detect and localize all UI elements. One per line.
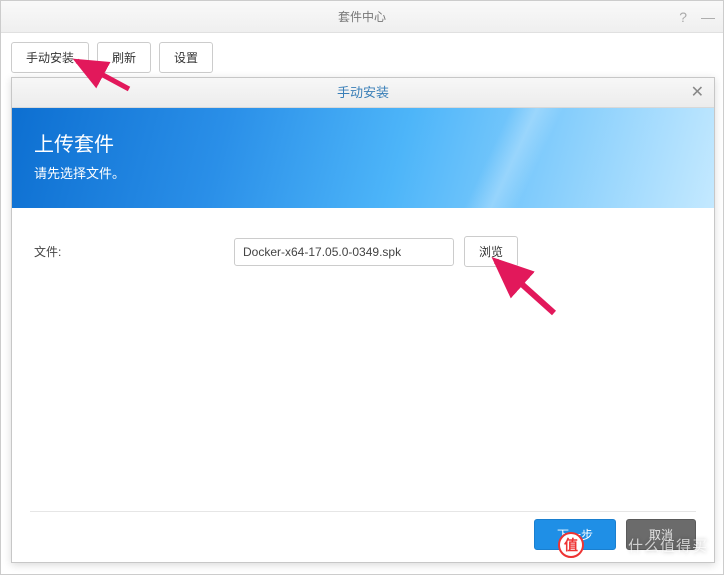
dialog-titlebar: 手动安装 ✕: [12, 78, 714, 108]
minimize-icon[interactable]: —: [701, 1, 715, 33]
banner-subtitle: 请先选择文件。: [34, 163, 692, 182]
package-center-window: 套件中心 ? — 手动安装 刷新 设置 手动安装 ✕ 上传套件 请先选择文件。 …: [0, 0, 724, 575]
window-controls: ? —: [679, 1, 715, 33]
refresh-button[interactable]: 刷新: [97, 42, 151, 73]
settings-button[interactable]: 设置: [159, 42, 213, 73]
footer-separator: [30, 511, 696, 512]
browse-button[interactable]: 浏览: [464, 236, 518, 267]
watermark-text: 什么值得买: [628, 535, 708, 556]
help-icon[interactable]: ?: [679, 1, 687, 33]
file-row: 文件: 浏览: [34, 236, 692, 267]
form-area: 文件: 浏览: [12, 208, 714, 295]
toolbar: 手动安装 刷新 设置: [1, 33, 723, 82]
dialog-title: 手动安装: [337, 85, 389, 100]
dialog-banner: 上传套件 请先选择文件。: [12, 108, 714, 208]
window-title: 套件中心: [338, 10, 386, 24]
watermark-badge-icon: 值: [558, 532, 584, 558]
main-titlebar: 套件中心 ? —: [1, 1, 723, 33]
manual-install-button[interactable]: 手动安装: [11, 42, 89, 73]
manual-install-dialog: 手动安装 ✕ 上传套件 请先选择文件。 文件: 浏览 下一步 取消 值 什么值得…: [11, 77, 715, 563]
file-input[interactable]: [234, 238, 454, 266]
close-icon[interactable]: ✕: [691, 78, 704, 108]
file-label: 文件:: [34, 243, 234, 260]
banner-title: 上传套件: [34, 128, 692, 157]
